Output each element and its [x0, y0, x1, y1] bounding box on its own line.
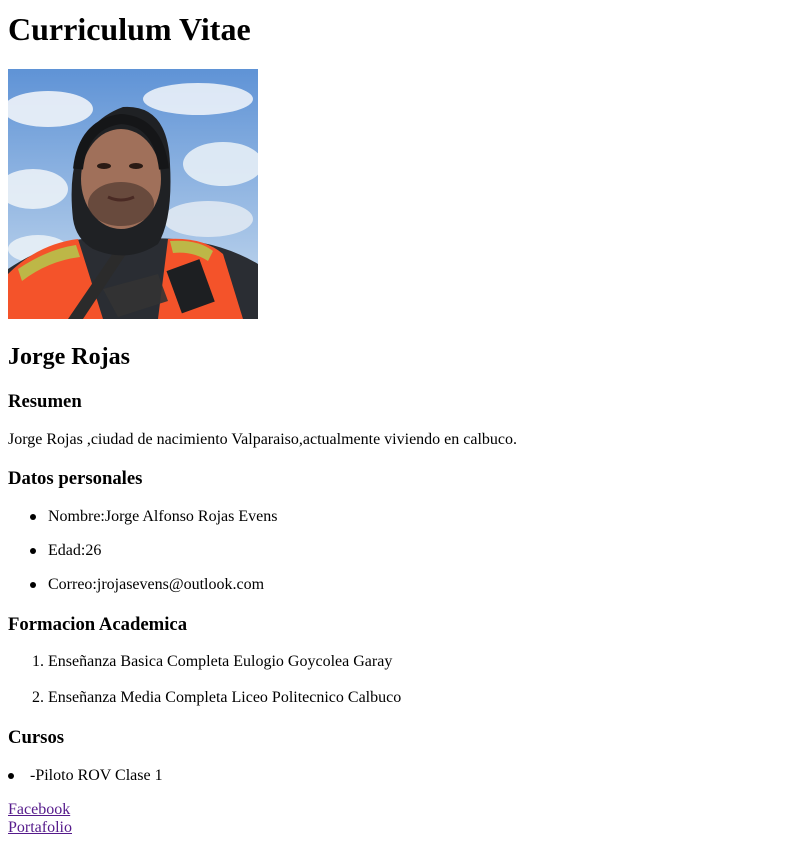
resumen-text: Jorge Rojas ,ciudad de nacimiento Valpar… [8, 431, 518, 448]
list-number: 1. [32, 653, 44, 670]
datos-item-nombre: Nombre:Jorge Alfonso Rojas Evens [48, 508, 278, 525]
resumen-heading: Resumen [8, 391, 82, 412]
formacion-heading: Formacion Academica [8, 614, 188, 635]
datos-item-correo: Correo:jrojasevens@outlook.com [48, 576, 265, 593]
cursos-item-rov: -Piloto ROV Clase 1 [30, 767, 163, 784]
person-name: Jorge Rojas [8, 344, 130, 370]
formacion-item-basica: Enseñanza Basica Completa Eulogio Goycol… [48, 653, 393, 670]
bullet-icon [30, 514, 36, 520]
formacion-item-media: Enseñanza Media Completa Liceo Politecni… [48, 689, 402, 706]
datos-item-edad: Edad:26 [48, 542, 102, 559]
cursos-heading: Cursos [8, 727, 65, 748]
portafolio-link[interactable]: Portafolio [8, 819, 72, 837]
page-title: Curriculum Vitae [8, 11, 251, 47]
bullet-icon [30, 548, 36, 554]
datos-heading: Datos personales [8, 468, 143, 489]
facebook-link[interactable]: Facebook [8, 801, 70, 819]
profile-photo [8, 69, 258, 319]
bullet-icon [30, 582, 36, 588]
list-number: 2. [32, 689, 44, 706]
bullet-icon [8, 773, 14, 779]
